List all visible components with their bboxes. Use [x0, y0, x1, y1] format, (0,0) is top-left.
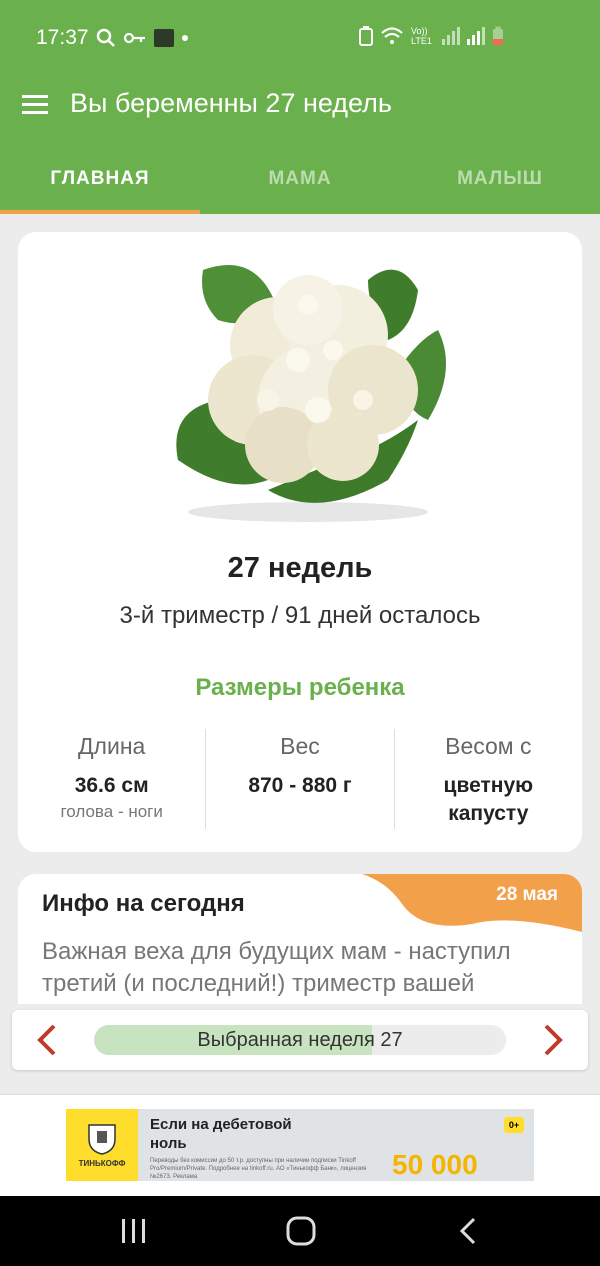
app-notification-icon	[154, 29, 174, 47]
tab-bar: ГЛАВНАЯ МАМА МАЛЫШ	[0, 150, 600, 214]
tab-main[interactable]: ГЛАВНАЯ	[0, 150, 200, 214]
stat-label: Длина	[77, 733, 146, 759]
stat-length: Длина 36.6 см голова - ноги	[18, 729, 205, 829]
weeks-heading: 27 недель	[227, 552, 373, 584]
ad-area: ТИНЬКОФФ Если на дебетовой ноль Переводы…	[0, 1094, 600, 1197]
previous-week-arrow-icon[interactable]	[30, 1022, 66, 1058]
info-date: 28 мая	[496, 884, 558, 905]
week-progress: Выбранная неделя 27	[94, 1025, 506, 1055]
back-icon[interactable]	[452, 1216, 488, 1246]
recent-apps-icon[interactable]	[116, 1216, 152, 1246]
next-week-arrow-icon[interactable]	[534, 1022, 570, 1058]
trimester-info: 3-й триместр / 91 дней осталось	[119, 602, 481, 629]
info-title: Инфо на сегодня	[42, 890, 245, 917]
tinkoff-logo: ТИНЬКОФФ	[66, 1109, 138, 1181]
app-bar: 17:37 Vo)) LTE1 Вы беременны 27 недель Г…	[0, 0, 600, 214]
stat-value: цветную капусту	[443, 774, 534, 825]
ad-brand: ТИНЬКОФФ	[78, 1158, 126, 1168]
shield-icon	[88, 1123, 116, 1155]
signal-icon	[442, 27, 460, 45]
toolbar: Вы беременны 27 недель	[0, 78, 600, 134]
stat-comparison: Весом с цветную капусту	[393, 729, 582, 829]
ad-headline: Если на дебетовой ноль	[150, 1116, 292, 1152]
info-text: Важная веха для будущих мам - наступил т…	[42, 938, 511, 1004]
ad-age-rating: 0+	[504, 1117, 524, 1133]
ad-amount: 50 000	[392, 1149, 478, 1180]
ad-fine-print: Переводы без комиссии до 50 т.р. доступн…	[150, 1158, 367, 1180]
page-title: Вы беременны 27 недель	[70, 88, 392, 118]
baby-size-stats: Длина 36.6 см голова - ноги Вес 870 - 88…	[18, 729, 582, 829]
baby-sizes-heading: Размеры ребенка	[195, 674, 405, 701]
stat-value: 36.6 см	[74, 774, 149, 797]
menu-icon[interactable]	[20, 90, 50, 120]
more-dot-icon	[182, 35, 188, 41]
stat-value: 870 - 880 г	[248, 774, 352, 797]
home-icon[interactable]	[283, 1216, 319, 1246]
stat-label: Весом с	[445, 733, 532, 759]
key-icon	[124, 32, 145, 44]
active-tab-indicator	[0, 210, 200, 214]
status-bar: 17:37 Vo)) LTE1	[0, 0, 600, 78]
tab-baby[interactable]: МАЛЫШ	[400, 150, 600, 214]
summary-card: 27 недель 3-й триместр / 91 дней осталос…	[18, 232, 582, 852]
stat-sub: голова - ноги	[60, 802, 163, 821]
status-time: 17:37	[36, 26, 89, 49]
network-type: Vo)) LTE1	[411, 26, 432, 46]
info-card[interactable]: 28 мая Инфо на сегодня Важная веха для б…	[18, 874, 582, 1004]
battery-saver-icon	[359, 26, 373, 46]
week-selector: Выбранная неделя 27	[12, 1010, 588, 1070]
stat-weight: Вес 870 - 880 г	[205, 729, 393, 829]
signal-icon-2	[467, 27, 485, 45]
system-nav-bar	[0, 1196, 600, 1266]
search-icon	[96, 28, 115, 47]
selected-week-label: Выбранная неделя 27	[197, 1029, 403, 1051]
tab-mom[interactable]: МАМА	[200, 150, 400, 214]
ad-banner[interactable]: ТИНЬКОФФ Если на дебетовой ноль Переводы…	[66, 1109, 534, 1181]
battery-icon	[493, 26, 503, 45]
stat-label: Вес	[280, 733, 320, 759]
wifi-icon	[381, 27, 403, 44]
cauliflower-image	[176, 265, 446, 522]
